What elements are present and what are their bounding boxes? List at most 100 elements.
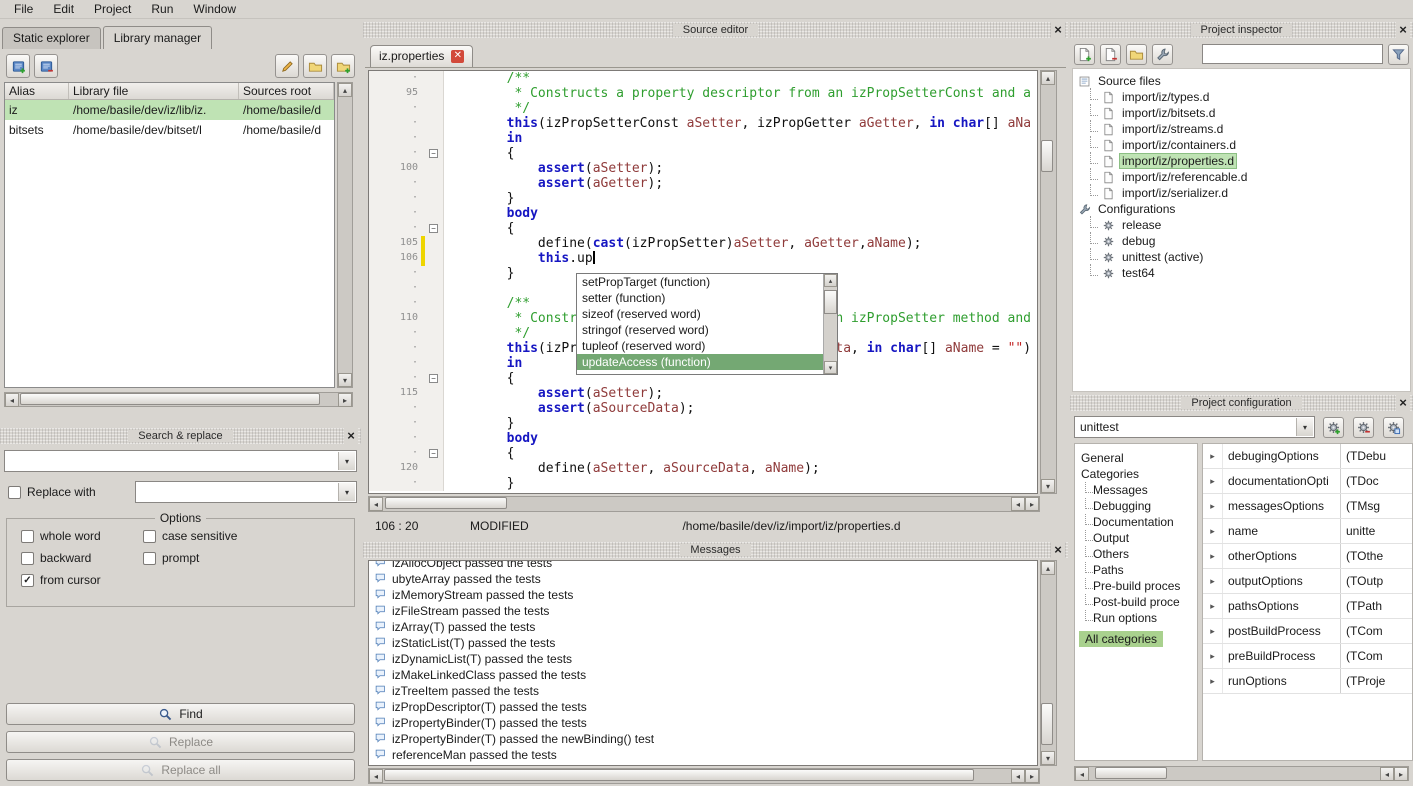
scroll-right-icon[interactable]: ▸ bbox=[1025, 497, 1039, 511]
category-paths[interactable]: Paths bbox=[1075, 562, 1197, 578]
scroll-thumb[interactable] bbox=[824, 290, 837, 314]
expand-icon[interactable]: ▸ bbox=[1203, 519, 1223, 543]
scroll-up-icon[interactable]: ▴ bbox=[338, 83, 352, 97]
message-item[interactable]: izPropertyBinder(T) passed the newBindin… bbox=[369, 731, 1037, 747]
checkbox-backward[interactable] bbox=[21, 552, 34, 565]
gutter-cell[interactable]: · bbox=[369, 281, 444, 296]
fold-toggle-icon[interactable]: − bbox=[429, 449, 438, 458]
scroll-up-icon[interactable]: ▴ bbox=[824, 274, 837, 287]
gutter-cell[interactable]: · bbox=[369, 101, 444, 116]
editor-vscrollbar[interactable]: ▴ ▾ bbox=[1040, 70, 1057, 494]
property-row-outputoptions[interactable]: ▸outputOptions(TOutp bbox=[1203, 569, 1412, 594]
add-folder-button[interactable] bbox=[331, 54, 355, 78]
scroll-thumb[interactable] bbox=[1041, 703, 1053, 745]
message-item[interactable]: izAllocObject passed the tests bbox=[369, 560, 1037, 571]
gutter-cell[interactable]: 120 bbox=[369, 461, 444, 476]
category-messages[interactable]: Messages bbox=[1075, 482, 1197, 498]
document-tab-iz-properties[interactable]: iz.properties ✕ bbox=[370, 45, 473, 67]
scroll-left-icon[interactable]: ◂ bbox=[1380, 767, 1394, 781]
tree-node-configurations[interactable]: Configurations bbox=[1073, 201, 1410, 217]
tree-file-import-iz-properties-d[interactable]: import/iz/properties.d bbox=[1073, 153, 1410, 169]
menu-item-project[interactable]: Project bbox=[84, 1, 141, 17]
option-prompt[interactable]: prompt bbox=[143, 551, 354, 565]
expand-icon[interactable]: ▸ bbox=[1203, 494, 1223, 518]
replace-with-combobox[interactable]: ▾ bbox=[135, 481, 357, 503]
category-others[interactable]: Others bbox=[1075, 546, 1197, 562]
property-row-runoptions[interactable]: ▸runOptions(TProje bbox=[1203, 669, 1412, 694]
message-item[interactable]: izDynamicList(T) passed the tests bbox=[369, 651, 1037, 667]
add-file-button[interactable] bbox=[1074, 44, 1095, 65]
gutter-cell[interactable]: · bbox=[369, 131, 444, 146]
category-debugging[interactable]: Debugging bbox=[1075, 498, 1197, 514]
column-header-alias[interactable]: Alias bbox=[5, 83, 69, 99]
tree-node-source-files[interactable]: Source files bbox=[1073, 73, 1410, 89]
replace-with-checkbox[interactable] bbox=[8, 486, 21, 499]
dropdown-arrow-icon[interactable]: ▾ bbox=[338, 452, 355, 470]
replace-all-button[interactable]: Replace all bbox=[6, 759, 355, 781]
completion-item-updateaccess-function[interactable]: updateAccess (function) bbox=[577, 354, 823, 370]
tree-file-import-iz-containers-d[interactable]: import/iz/containers.d bbox=[1073, 137, 1410, 153]
menu-item-edit[interactable]: Edit bbox=[43, 1, 84, 17]
option-from-cursor[interactable]: ✓from cursor bbox=[21, 573, 143, 587]
scroll-up-icon[interactable]: ▴ bbox=[1041, 561, 1055, 575]
expand-icon[interactable]: ▸ bbox=[1203, 594, 1223, 618]
menu-item-file[interactable]: File bbox=[4, 1, 43, 17]
property-row-pathsoptions[interactable]: ▸pathsOptions(TPath bbox=[1203, 594, 1412, 619]
scroll-down-icon[interactable]: ▾ bbox=[1041, 479, 1055, 493]
configuration-selector[interactable]: unittest ▾ bbox=[1074, 416, 1315, 438]
tab-library-manager[interactable]: Library manager bbox=[103, 26, 212, 49]
scroll-left-icon[interactable]: ◂ bbox=[1011, 497, 1025, 511]
option-whole-word[interactable]: whole word bbox=[21, 529, 143, 543]
fold-toggle-icon[interactable]: − bbox=[429, 149, 438, 158]
completion-item-tupleof-reserved-word[interactable]: tupleof (reserved word) bbox=[577, 338, 823, 354]
find-button[interactable]: Find bbox=[6, 703, 355, 725]
gutter-cell[interactable]: ·− bbox=[369, 446, 444, 461]
add-library-button[interactable] bbox=[6, 54, 30, 78]
all-categories-badge[interactable]: All categories bbox=[1079, 631, 1163, 647]
property-row-postbuildprocess[interactable]: ▸postBuildProcess(TCom bbox=[1203, 619, 1412, 644]
expand-icon[interactable]: ▸ bbox=[1203, 544, 1223, 568]
scroll-track[interactable] bbox=[1041, 575, 1056, 751]
gutter-cell[interactable]: 100 bbox=[369, 161, 444, 176]
remove-config-button[interactable] bbox=[1353, 417, 1374, 438]
remove-library-button[interactable] bbox=[34, 54, 58, 78]
fold-toggle-icon[interactable]: − bbox=[429, 374, 438, 383]
gutter-cell[interactable]: · bbox=[369, 176, 444, 191]
scroll-track[interactable] bbox=[1041, 85, 1056, 479]
message-item[interactable]: izPropertyBinder(T) passed the tests bbox=[369, 715, 1037, 731]
messages-close-icon[interactable]: × bbox=[1051, 542, 1065, 558]
open-folder-button[interactable] bbox=[1126, 44, 1147, 65]
scroll-left-icon[interactable]: ◂ bbox=[1011, 769, 1025, 783]
message-item[interactable]: izStaticList(T) passed the tests bbox=[369, 635, 1037, 651]
property-row-messagesoptions[interactable]: ▸messagesOptions(TMsg bbox=[1203, 494, 1412, 519]
scroll-down-icon[interactable]: ▾ bbox=[338, 373, 352, 387]
project-inspector-close-icon[interactable]: × bbox=[1396, 22, 1410, 38]
editor-hscrollbar[interactable]: ◂ ◂ ▸ bbox=[368, 496, 1040, 512]
dropdown-arrow-icon[interactable]: ▾ bbox=[1296, 418, 1313, 436]
message-item[interactable]: ubyteArray passed the tests bbox=[369, 571, 1037, 587]
gutter-cell[interactable]: ·− bbox=[369, 221, 444, 236]
configuration-hscrollbar[interactable]: ◂ ◂ ▸ bbox=[1074, 766, 1409, 781]
gutter-cell[interactable]: ·− bbox=[369, 146, 444, 161]
library-row-bitsets[interactable]: bitsets/home/basile/dev/bitset/l/home/ba… bbox=[5, 120, 334, 140]
project-configuration-close-icon[interactable]: × bbox=[1396, 395, 1410, 411]
gutter-cell[interactable]: · bbox=[369, 431, 444, 446]
message-item[interactable]: referenceMan passed the tests bbox=[369, 747, 1037, 763]
project-options-button[interactable] bbox=[1152, 44, 1173, 65]
tree-config-debug[interactable]: debug bbox=[1073, 233, 1410, 249]
messages-vscrollbar[interactable]: ▴ ▾ bbox=[1040, 560, 1057, 766]
gutter-cell[interactable]: · bbox=[369, 341, 444, 356]
message-item[interactable]: izArray(T) passed the tests bbox=[369, 619, 1037, 635]
completion-item-stringof-reserved-word[interactable]: stringof (reserved word) bbox=[577, 322, 823, 338]
tab-close-icon[interactable]: ✕ bbox=[451, 50, 464, 63]
scroll-thumb[interactable] bbox=[1095, 767, 1167, 779]
property-row-otheroptions[interactable]: ▸otherOptions(TOthe bbox=[1203, 544, 1412, 569]
expand-icon[interactable]: ▸ bbox=[1203, 644, 1223, 668]
library-table-hscrollbar[interactable]: ◂ ▸ bbox=[4, 392, 353, 407]
gutter-cell[interactable]: 115 bbox=[369, 386, 444, 401]
category-general[interactable]: General bbox=[1075, 450, 1197, 466]
search-replace-close-icon[interactable]: × bbox=[344, 428, 358, 444]
scroll-track[interactable] bbox=[383, 769, 1011, 783]
category-post-build-proce[interactable]: Post-build proce bbox=[1075, 594, 1197, 610]
category-documentation[interactable]: Documentation bbox=[1075, 514, 1197, 530]
